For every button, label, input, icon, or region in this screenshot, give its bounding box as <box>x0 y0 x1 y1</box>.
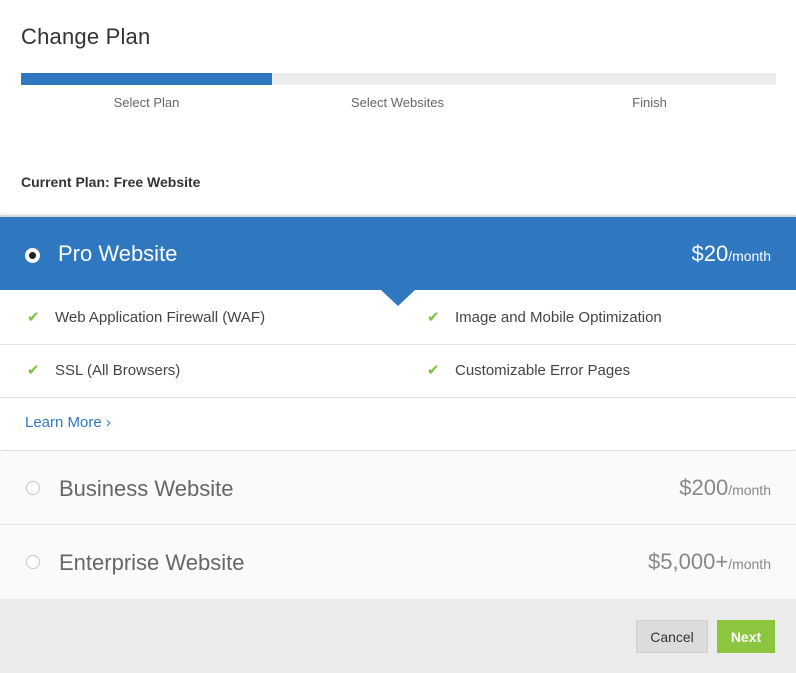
cancel-button[interactable]: Cancel <box>636 620 708 653</box>
plan-name: Enterprise Website <box>59 550 245 575</box>
plan-option-pro[interactable]: Pro Website $20/month <box>0 217 796 290</box>
feature-item: ✔ Customizable Error Pages <box>427 361 630 379</box>
feature-label: Customizable Error Pages <box>455 362 631 379</box>
step-finish: Finish <box>632 95 667 110</box>
radio-button[interactable] <box>26 481 40 495</box>
feature-item: ✔ Web Application Firewall (WAF) <box>27 308 265 326</box>
feature-item: ✔ SSL (All Browsers) <box>27 361 180 379</box>
feature-label: Web Application Firewall (WAF) <box>55 309 266 326</box>
feature-label: Image and Mobile Optimization <box>455 309 662 326</box>
check-icon: ✔ <box>27 309 40 326</box>
price-period: /month <box>728 556 771 572</box>
divider <box>0 397 796 398</box>
current-plan-label: Current Plan: Free Website <box>21 174 201 190</box>
feature-label: SSL (All Browsers) <box>55 362 181 379</box>
progress-bar <box>21 73 776 85</box>
check-icon: ✔ <box>427 309 440 326</box>
dialog-title: Change Plan <box>21 24 151 49</box>
price-amount: $200 <box>679 475 729 500</box>
feature-item: ✔ Image and Mobile Optimization <box>427 308 662 326</box>
radio-button[interactable] <box>26 555 40 569</box>
learn-more-link[interactable]: Learn More › <box>25 414 111 431</box>
price-period: /month <box>728 248 771 264</box>
divider <box>0 344 796 345</box>
check-icon: ✔ <box>427 362 440 379</box>
price-amount: $20 <box>691 241 729 266</box>
check-icon: ✔ <box>27 362 40 379</box>
plan-name: Business Website <box>59 476 234 501</box>
radio-selected[interactable] <box>25 248 40 263</box>
step-select-plan: Select Plan <box>113 95 180 110</box>
plan-name: Pro Website <box>58 241 178 266</box>
price-amount: $5,000+ <box>648 549 729 574</box>
selected-caret <box>381 290 415 306</box>
plan-card-pro: Pro Website $20/month <box>0 215 796 450</box>
plan-option-business[interactable]: Business Website $200/month <box>0 451 796 525</box>
price-period: /month <box>728 482 771 498</box>
step-select-websites: Select Websites <box>351 95 444 110</box>
progress-fill <box>21 73 273 85</box>
plan-price: $5,000+/month <box>648 549 771 575</box>
next-button[interactable]: Next <box>717 620 775 653</box>
dialog-footer: Cancel Next <box>0 599 796 673</box>
plan-price: $20/month <box>691 241 771 267</box>
plan-option-enterprise[interactable]: Enterprise Website $5,000+/month <box>0 525 796 599</box>
plan-price: $200/month <box>679 475 771 501</box>
